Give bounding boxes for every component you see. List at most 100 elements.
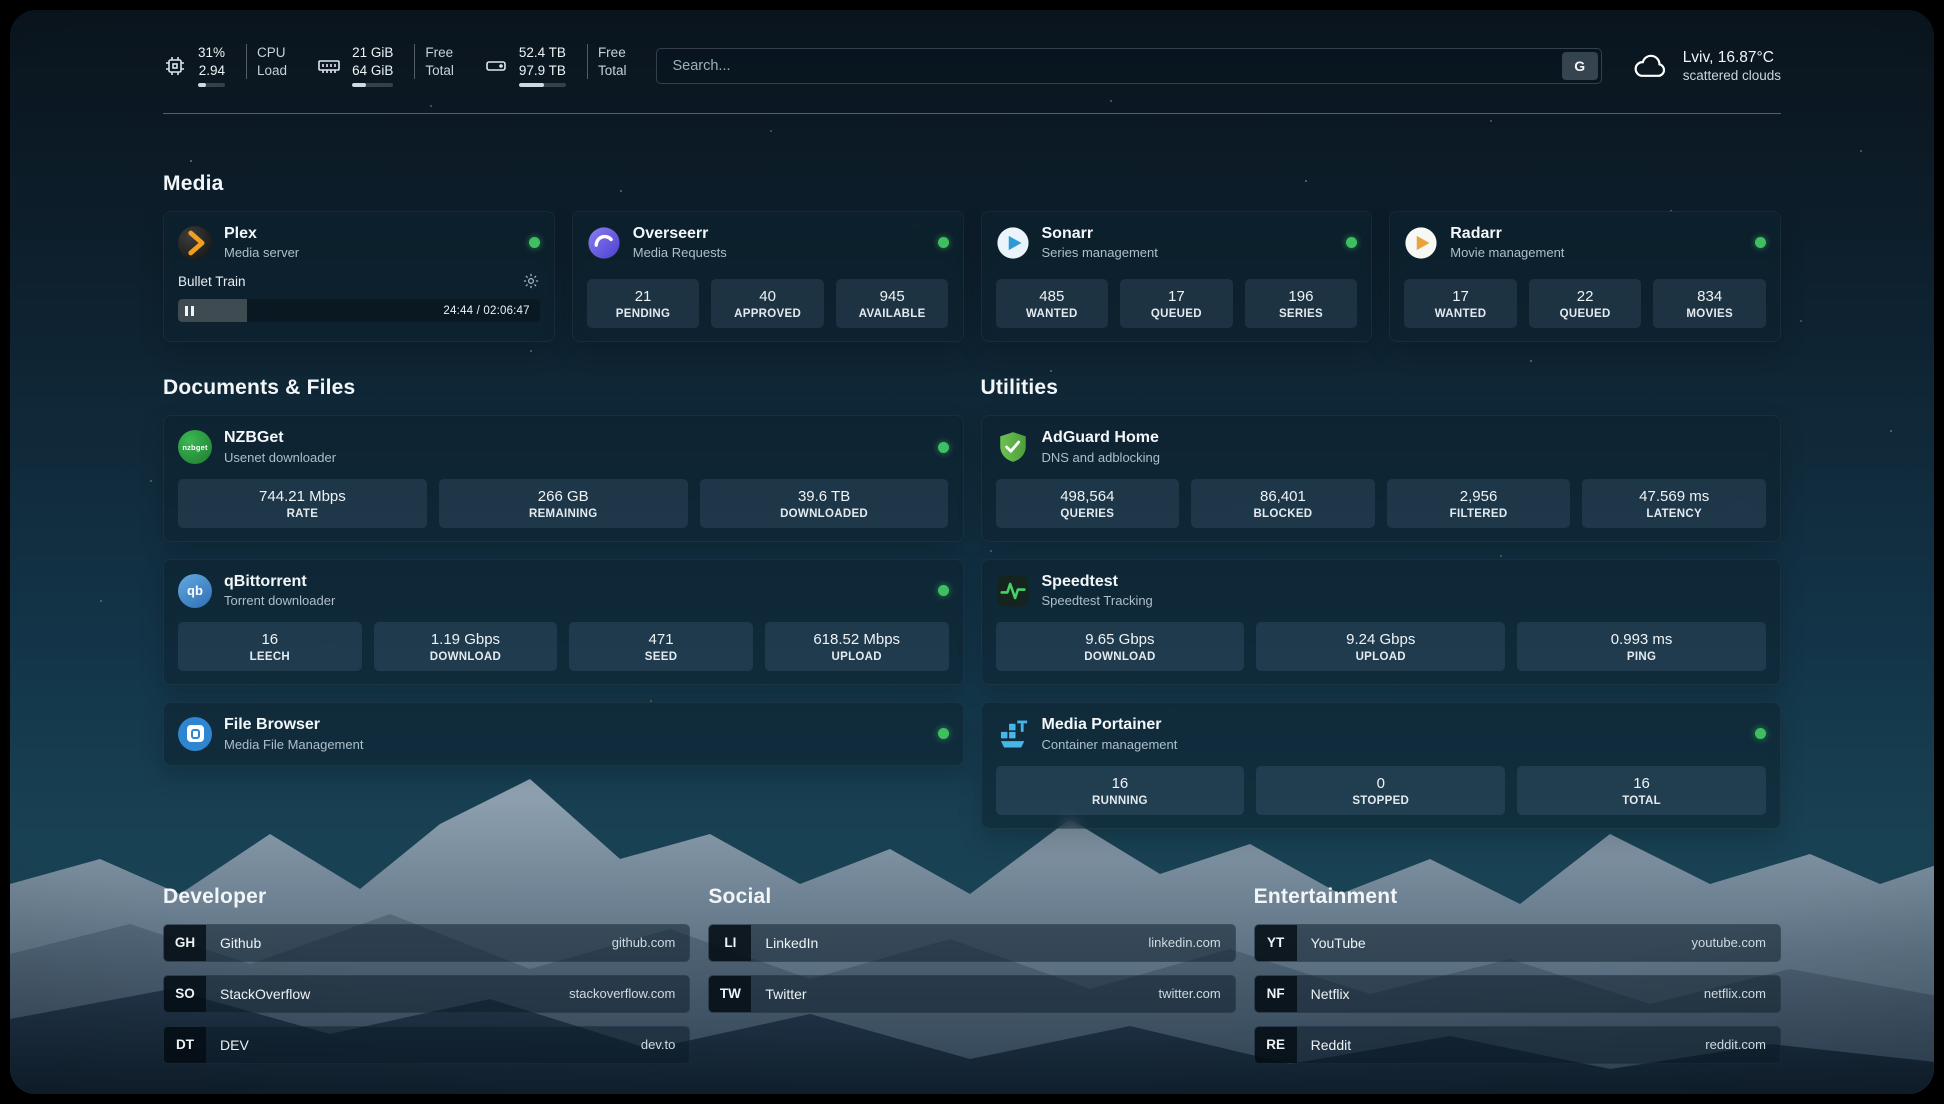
stat-value: 86,401 [1195, 488, 1371, 505]
disk-total-value: 97.9 TB [519, 62, 566, 80]
stat-value: 21 [591, 288, 696, 305]
bookmark-github[interactable]: GH Github github.com [163, 924, 690, 962]
stat-value: 196 [1249, 288, 1354, 305]
bookmarks-social: Social LI LinkedIn linkedin.com TW Twitt… [708, 885, 1235, 1064]
bookmark-name: Netflix [1311, 986, 1350, 1002]
bookmark-name: Reddit [1311, 1037, 1351, 1053]
stat-label: UPLOAD [769, 651, 945, 663]
stat-label: DOWNLOAD [1000, 651, 1241, 663]
twitter-icon: TW [709, 976, 751, 1012]
adguard-card[interactable]: AdGuard Home DNS and adblocking 498,564 … [981, 415, 1782, 541]
stat-label: SERIES [1249, 308, 1354, 320]
app-name: qBittorrent [224, 573, 335, 591]
stat-tile: 266 GB REMAINING [439, 479, 688, 528]
stat-tile: 40 APPROVED [711, 279, 824, 328]
bookmark-dev[interactable]: DT DEV dev.to [163, 1026, 690, 1064]
stat-tile: 16 RUNNING [996, 766, 1245, 815]
cpu-progress-fill [198, 83, 206, 87]
stat-value: 16 [1521, 775, 1762, 792]
qbittorrent-card[interactable]: qb qBittorrent Torrent downloader 16 LEE… [163, 559, 964, 685]
playback-progress-bar[interactable]: 24:44 / 02:06:47 [178, 299, 540, 322]
disk-icon [484, 54, 508, 78]
ram-total-label: Total [425, 62, 454, 80]
stat-value: 834 [1657, 288, 1762, 305]
stat-label: DOWNLOAD [378, 651, 554, 663]
bookmark-linkedin[interactable]: LI LinkedIn linkedin.com [708, 924, 1235, 962]
stat-label: PENDING [591, 308, 696, 320]
utilities-column: Utilities AdGuard Home DNS and adblockin… [981, 376, 1782, 828]
stat-label: UPLOAD [1260, 651, 1501, 663]
plex-card[interactable]: Plex Media server Bullet Train [163, 211, 555, 342]
stat-tile: 39.6 TB DOWNLOADED [700, 479, 949, 528]
stat-tile: 9.65 Gbps DOWNLOAD [996, 622, 1245, 671]
cpu-label: CPU [257, 44, 287, 62]
now-playing-title: Bullet Train [178, 274, 246, 289]
stat-tile: 17 QUEUED [1120, 279, 1233, 328]
gear-icon[interactable] [522, 272, 540, 290]
sonarr-icon [996, 226, 1030, 260]
nzbget-card[interactable]: nzbget NZBGet Usenet downloader 744.21 M… [163, 415, 964, 541]
app-subtitle: Media File Management [224, 737, 363, 752]
stat-value: 22 [1533, 288, 1638, 305]
section-title-documents: Documents & Files [163, 376, 964, 400]
bookmark-youtube[interactable]: YT YouTube youtube.com [1254, 924, 1781, 962]
ram-progress-fill [352, 83, 366, 87]
stat-tile: 618.52 Mbps UPLOAD [765, 622, 949, 671]
overseerr-card[interactable]: Overseerr Media Requests 21 PENDING 40 A… [572, 211, 964, 342]
app-subtitle: Series management [1042, 245, 1158, 260]
stat-value: 744.21 Mbps [182, 488, 423, 505]
app-name: Media Portainer [1042, 716, 1178, 734]
status-dot [938, 728, 949, 739]
status-dot [938, 585, 949, 596]
sonarr-card[interactable]: Sonarr Series management 485 WANTED 17 Q… [981, 211, 1373, 342]
cpu-metric: 31% 2.94 CPU Load [163, 44, 287, 87]
stat-label: TOTAL [1521, 795, 1762, 807]
search-input[interactable] [672, 58, 1561, 74]
portainer-icon [996, 717, 1030, 751]
ram-free-label: Free [425, 44, 454, 62]
search-engine-button[interactable]: G [1562, 52, 1598, 80]
stat-value: 0.993 ms [1521, 631, 1762, 648]
app-name: Radarr [1450, 225, 1564, 243]
bookmark-reddit[interactable]: RE Reddit reddit.com [1254, 1026, 1781, 1064]
bookmarks-developer: Developer GH Github github.com SO StackO… [163, 885, 690, 1064]
speedtest-card[interactable]: Speedtest Speedtest Tracking 9.65 Gbps D… [981, 559, 1782, 685]
nzbget-icon: nzbget [178, 430, 212, 464]
bookmark-netflix[interactable]: NF Netflix netflix.com [1254, 975, 1781, 1013]
bookmark-stackoverflow[interactable]: SO StackOverflow stackoverflow.com [163, 975, 690, 1013]
stat-value: 39.6 TB [704, 488, 945, 505]
linkedin-icon: LI [709, 925, 751, 961]
status-dot [1755, 237, 1766, 248]
stat-label: BLOCKED [1195, 508, 1371, 520]
app-subtitle: Media Requests [633, 245, 727, 260]
status-dot [938, 237, 949, 248]
plex-icon [178, 226, 212, 260]
ram-icon [317, 54, 341, 78]
stat-label: PING [1521, 651, 1762, 663]
stat-label: LEECH [182, 651, 358, 663]
pause-icon[interactable] [185, 306, 197, 316]
section-title-developer: Developer [163, 885, 690, 909]
filebrowser-card[interactable]: File Browser Media File Management [163, 702, 964, 765]
stat-label: MOVIES [1657, 308, 1762, 320]
portainer-card[interactable]: Media Portainer Container management 16 … [981, 702, 1782, 828]
top-bar: 31% 2.94 CPU Load [163, 10, 1781, 87]
stat-tile: 86,401 BLOCKED [1191, 479, 1375, 528]
stat-tile: 2,956 FILTERED [1387, 479, 1571, 528]
bookmark-twitter[interactable]: TW Twitter twitter.com [708, 975, 1235, 1013]
bookmark-name: Github [220, 935, 261, 951]
cloud-icon [1632, 51, 1670, 81]
ram-free-value: 21 GiB [352, 44, 393, 62]
app-name: Sonarr [1042, 225, 1158, 243]
weather-location: Lviv, 16.87°C [1683, 49, 1781, 67]
cpu-progress-bar [198, 83, 225, 87]
section-title-entertainment: Entertainment [1254, 885, 1781, 909]
playback-progress-fill [178, 299, 247, 322]
stat-tile: 17 WANTED [1404, 279, 1517, 328]
stat-value: 16 [182, 631, 358, 648]
stat-value: 618.52 Mbps [769, 631, 945, 648]
radarr-card[interactable]: Radarr Movie management 17 WANTED 22 QUE… [1389, 211, 1781, 342]
disk-free-value: 52.4 TB [519, 44, 566, 62]
stat-label: FILTERED [1391, 508, 1567, 520]
bookmark-url: dev.to [641, 1037, 675, 1052]
